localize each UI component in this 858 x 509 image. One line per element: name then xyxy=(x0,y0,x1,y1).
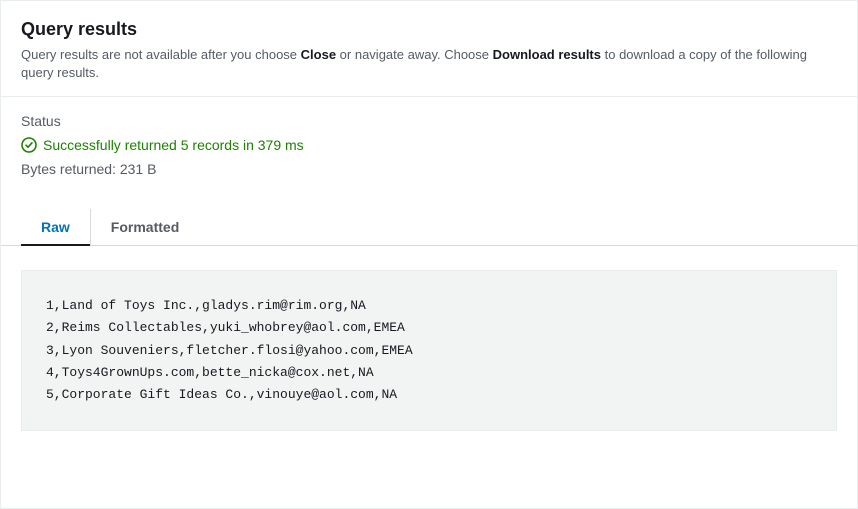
subtitle-mid: or navigate away. Choose xyxy=(336,47,493,62)
status-label: Status xyxy=(21,113,837,129)
panel-header: Query results Query results are not avai… xyxy=(1,1,857,97)
page-title: Query results xyxy=(21,19,837,40)
close-word: Close xyxy=(301,47,336,62)
result-row: 3,Lyon Souveniers,fletcher.flosi@yahoo.c… xyxy=(46,343,413,358)
result-row: 2,Reims Collectables,yuki_whobrey@aol.co… xyxy=(46,320,405,335)
bytes-returned-text: Bytes returned: 231 B xyxy=(21,161,837,177)
subtitle-prefix: Query results are not available after yo… xyxy=(21,47,301,62)
result-row: 1,Land of Toys Inc.,gladys.rim@rim.org,N… xyxy=(46,298,366,313)
query-results-panel: Query results Query results are not avai… xyxy=(0,0,858,509)
tabs-bar: Raw Formatted xyxy=(1,209,857,246)
raw-results-box: 1,Land of Toys Inc.,gladys.rim@rim.org,N… xyxy=(21,270,837,430)
panel-subtitle: Query results are not available after yo… xyxy=(21,46,837,82)
results-area: 1,Land of Toys Inc.,gladys.rim@rim.org,N… xyxy=(1,246,857,454)
tab-formatted[interactable]: Formatted xyxy=(91,209,199,245)
success-check-icon xyxy=(21,137,37,153)
tab-raw[interactable]: Raw xyxy=(21,209,91,245)
result-row: 4,Toys4GrownUps.com,bette_nicka@cox.net,… xyxy=(46,365,374,380)
result-row: 5,Corporate Gift Ideas Co.,vinouye@aol.c… xyxy=(46,387,397,402)
status-success-text: Successfully returned 5 records in 379 m… xyxy=(43,137,304,153)
status-section: Status Successfully returned 5 records i… xyxy=(1,97,857,185)
status-row: Successfully returned 5 records in 379 m… xyxy=(21,137,837,153)
download-word: Download results xyxy=(493,47,601,62)
